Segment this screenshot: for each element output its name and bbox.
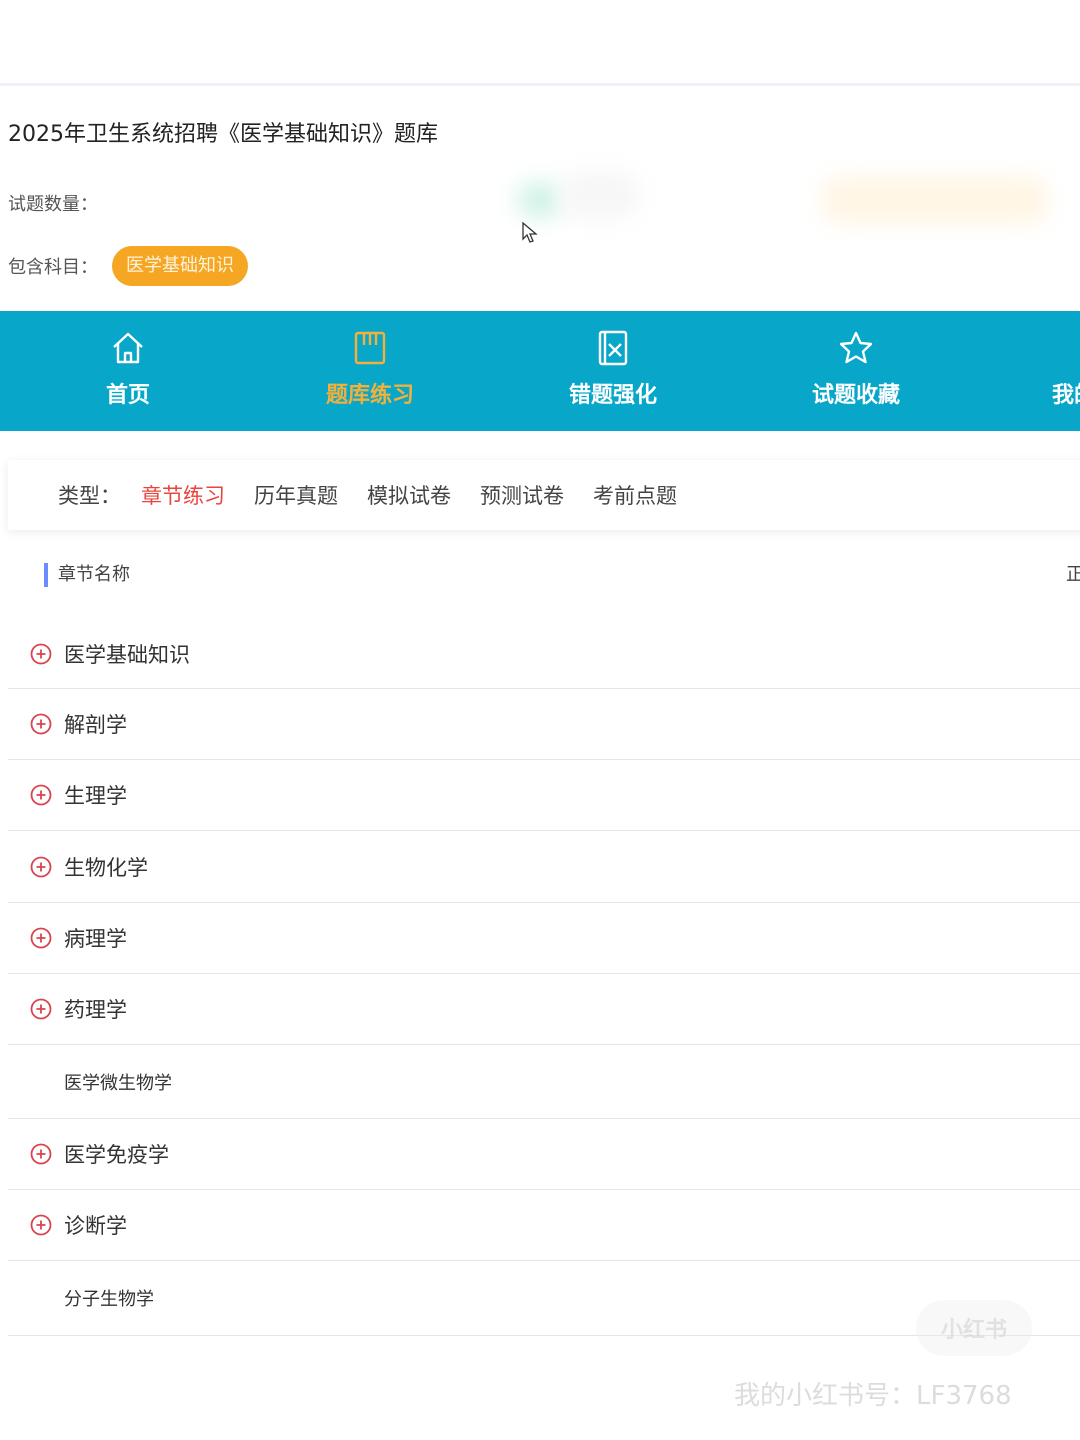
tab-past-exams[interactable]: 历年真题 <box>254 480 338 510</box>
question-count-label: 试题数量： <box>8 194 98 215</box>
mouse-cursor-icon <box>522 222 538 243</box>
question-count-row: 试题数量： <box>8 190 98 216</box>
blurred-button-area <box>820 175 1050 225</box>
chapter-row[interactable]: 生理学 <box>8 760 1080 831</box>
chapter-name: 生理学 <box>64 784 127 808</box>
chapter-row[interactable]: 病理学 <box>8 903 1080 974</box>
nav-item-favorites[interactable]: 试题收藏 <box>776 311 936 431</box>
chapter-name: 解剖学 <box>64 713 127 737</box>
chapter-row[interactable]: 医学基础知识 <box>8 619 1080 689</box>
chapter-list-header: 章节名称 <box>44 563 130 587</box>
watermark-logo: 小红书 <box>916 1300 1032 1356</box>
chapter-row[interactable]: 诊断学 <box>8 1190 1080 1261</box>
type-label: 类型： <box>58 484 121 508</box>
nav-item-home[interactable]: 首页 <box>48 311 208 431</box>
chapter-name: 药理学 <box>64 998 127 1022</box>
nav-item-question-bank[interactable]: 题库练习 <box>290 311 450 431</box>
chapter-row[interactable]: 医学免疫学 <box>8 1119 1080 1190</box>
type-filter-bar: 类型： 章节练习 历年真题 模拟试卷 预测试卷 考前点题 <box>8 460 1080 530</box>
course-title: 2025年卫生系统招聘《医学基础知识》题库 <box>8 122 438 147</box>
expand-plus-icon[interactable] <box>30 784 52 806</box>
chapter-name: 生物化学 <box>64 855 148 880</box>
chapter-name: 医学基础知识 <box>64 642 190 667</box>
blurred-area <box>560 170 640 220</box>
top-blank-area <box>0 0 1080 86</box>
main-navbar: 首页 题库练习 错题强化 试题收藏 我的 <box>0 311 1080 431</box>
chapter-row[interactable]: 生物化学 <box>8 831 1080 903</box>
subject-row: 包含科目： 医学基础知识 <box>8 246 248 286</box>
chapter-name: 分子生物学 <box>64 1289 154 1310</box>
nav-item-mine[interactable]: 我的 <box>1052 311 1080 431</box>
nav-label: 首页 <box>105 383 150 408</box>
book-icon <box>354 331 386 365</box>
chapter-name: 病理学 <box>64 927 127 951</box>
chapter-row[interactable]: 药理学 <box>8 974 1080 1045</box>
nav-label: 题库练习 <box>325 383 414 408</box>
chapter-row[interactable]: 医学微生物学 <box>8 1045 1080 1119</box>
nav-label: 试题收藏 <box>811 383 900 408</box>
expand-plus-icon[interactable] <box>30 998 52 1020</box>
watermark-text: 我的小红书号：LF3768 <box>734 1381 1012 1411</box>
expand-plus-icon[interactable] <box>30 1214 52 1236</box>
subject-badge[interactable]: 医学基础知识 <box>112 246 248 286</box>
error-book-icon <box>598 330 628 366</box>
tab-pre-exam-tips[interactable]: 考前点题 <box>593 480 677 510</box>
chapter-name: 医学微生物学 <box>64 1072 172 1094</box>
tab-chapter-practice[interactable]: 章节练习 <box>141 480 225 510</box>
chapter-name: 医学免疫学 <box>64 1143 169 1167</box>
star-icon <box>839 331 873 364</box>
nav-label: 错题强化 <box>568 383 657 408</box>
expand-plus-icon[interactable] <box>30 1143 52 1165</box>
expand-plus-icon[interactable] <box>30 643 52 665</box>
chapter-name: 诊断学 <box>64 1214 127 1238</box>
subject-label: 包含科目： <box>8 257 98 278</box>
chapter-list-header-right: 正 <box>1066 564 1080 585</box>
expand-plus-icon[interactable] <box>30 856 52 878</box>
tab-prediction-exams[interactable]: 预测试卷 <box>480 480 564 510</box>
chapter-row[interactable]: 解剖学 <box>8 689 1080 760</box>
nav-item-wrong-questions[interactable]: 错题强化 <box>533 311 693 431</box>
expand-plus-icon[interactable] <box>30 713 52 735</box>
nav-label: 我的 <box>1052 383 1080 408</box>
tab-mock-exams[interactable]: 模拟试卷 <box>367 480 451 510</box>
expand-plus-icon[interactable] <box>30 927 52 949</box>
home-icon <box>113 332 143 364</box>
